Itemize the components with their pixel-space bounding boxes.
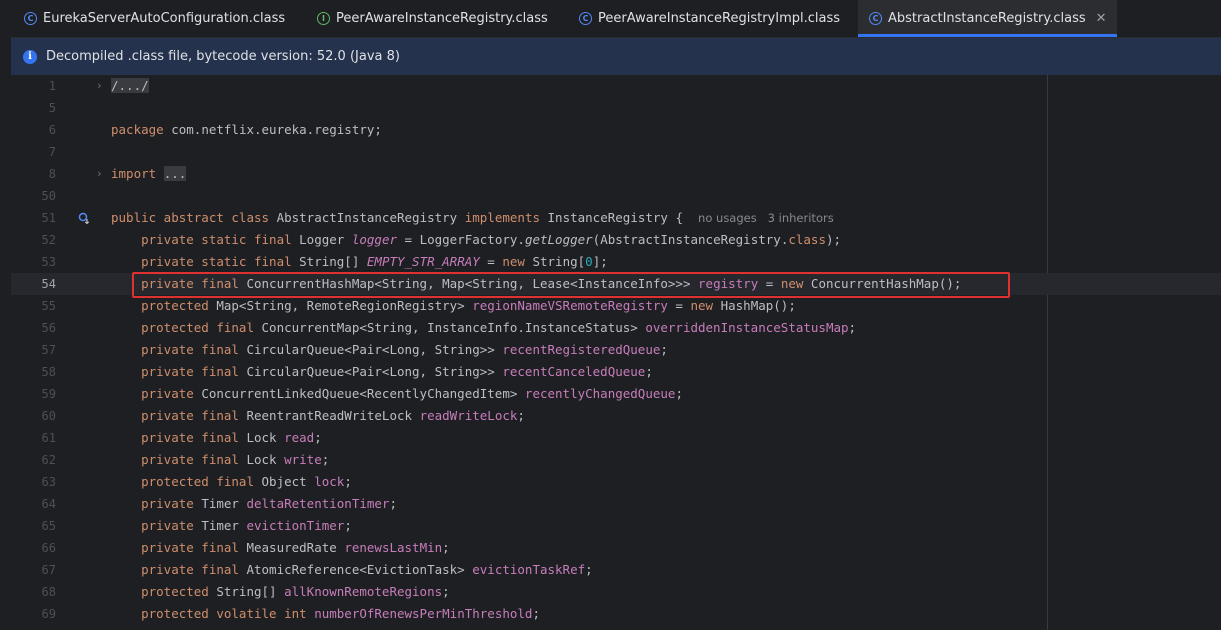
code-text: private final AtomicReference<EvictionTa…: [111, 562, 593, 577]
tab-peer-aware-instance-registry[interactable]: I PeerAwareInstanceRegistry.class: [317, 0, 548, 37]
code-text: protected String[] allKnownRemoteRegions…: [111, 584, 450, 599]
code-text: private Timer deltaRetentionTimer;: [111, 496, 397, 511]
line-number: 58: [41, 365, 56, 379]
class-icon: C: [24, 12, 37, 25]
line-number: 7: [48, 145, 56, 159]
code-line[interactable]: 61 private final Lock read;: [11, 427, 1221, 449]
code-editor[interactable]: 1 ›/.../5 6 package com.netflix.eureka.regi…: [11, 75, 1221, 630]
code-line[interactable]: 55 protected Map<String, RemoteRegionReg…: [11, 295, 1221, 317]
code-text: import ...: [111, 166, 187, 181]
code-line[interactable]: 68 protected String[] allKnownRemoteRegi…: [11, 581, 1221, 603]
line-number: 60: [41, 409, 56, 423]
code-text: protected volatile int numberOfRenewsPer…: [111, 606, 540, 621]
code-line[interactable]: 69 protected volatile int numberOfRenews…: [11, 603, 1221, 625]
line-number: 52: [41, 233, 56, 247]
line-number: 1: [48, 79, 56, 93]
tab-eureka-server-auto-configuration[interactable]: C EurekaServerAutoConfiguration.class: [24, 0, 285, 37]
line-number: 59: [41, 387, 56, 401]
fold-chevron-icon[interactable]: ›: [96, 163, 103, 185]
code-line[interactable]: 5: [11, 97, 1221, 119]
code-line[interactable]: 67 private final AtomicReference<Evictio…: [11, 559, 1221, 581]
code-text: private final ReentrantReadWriteLock rea…: [111, 408, 525, 423]
code-text: public abstract class AbstractInstanceRe…: [111, 210, 834, 225]
decompiled-info-banner: i Decompiled .class file, bytecode versi…: [11, 38, 1221, 75]
code-text: private ConcurrentLinkedQueue<RecentlyCh…: [111, 386, 683, 401]
code-text: private final CircularQueue<Pair<Long, S…: [111, 364, 653, 379]
class-icon: C: [869, 12, 882, 25]
fold-chevron-icon[interactable]: ›: [96, 75, 103, 97]
line-number: 64: [41, 497, 56, 511]
code-line[interactable]: 58 private final CircularQueue<Pair<Long…: [11, 361, 1221, 383]
tab-label: PeerAwareInstanceRegistry.class: [336, 11, 548, 26]
code-text: protected final ConcurrentMap<String, In…: [111, 320, 857, 335]
line-number: 63: [41, 475, 56, 489]
info-icon: i: [23, 49, 37, 64]
code-text: package com.netflix.eureka.registry;: [111, 122, 382, 137]
code-text: private final Lock read;: [111, 430, 322, 445]
line-number: 54: [41, 277, 56, 291]
code-line[interactable]: 65 private Timer evictionTimer;: [11, 515, 1221, 537]
line-number: 65: [41, 519, 56, 533]
code-text: private static final String[] EMPTY_STR_…: [111, 254, 608, 269]
close-tab-icon[interactable]: ✕: [1096, 11, 1107, 26]
code-line[interactable]: 8 › import ...: [11, 163, 1221, 185]
code-line[interactable]: 66 private final MeasuredRate renewsLast…: [11, 537, 1221, 559]
line-number: 66: [41, 541, 56, 555]
highlight-box: [132, 272, 1010, 298]
class-icon: C: [579, 12, 592, 25]
code-line[interactable]: 63 protected final Object lock;: [11, 471, 1221, 493]
line-number: 55: [41, 299, 56, 313]
line-number: 6: [48, 123, 56, 137]
interface-icon: I: [317, 12, 330, 25]
code-line[interactable]: 50: [11, 185, 1221, 207]
line-number: 68: [41, 585, 56, 599]
code-text: private final MeasuredRate renewsLastMin…: [111, 540, 450, 555]
tab-peer-aware-instance-registry-impl[interactable]: C PeerAwareInstanceRegistryImpl.class: [579, 0, 840, 37]
tab-label: AbstractInstanceRegistry.class: [888, 11, 1086, 26]
code-line[interactable]: 59 private ConcurrentLinkedQueue<Recentl…: [11, 383, 1221, 405]
code-line[interactable]: 6 package com.netflix.eureka.registry;: [11, 119, 1221, 141]
implemented-by-icon[interactable]: [78, 212, 90, 224]
line-number: 57: [41, 343, 56, 357]
code-text: private final Lock write;: [111, 452, 330, 467]
code-line[interactable]: 56 protected final ConcurrentMap<String,…: [11, 317, 1221, 339]
line-number: 69: [41, 607, 56, 621]
banner-text: Decompiled .class file, bytecode version…: [46, 49, 400, 64]
code-line[interactable]: 62 private final Lock write;: [11, 449, 1221, 471]
line-number: 61: [41, 431, 56, 445]
code-text: /.../: [111, 78, 149, 93]
line-number: 67: [41, 563, 56, 577]
line-number: 8: [48, 167, 56, 181]
line-number: 50: [41, 189, 56, 203]
code-line[interactable]: 57 private final CircularQueue<Pair<Long…: [11, 339, 1221, 361]
code-line[interactable]: 51 public abstract class AbstractInstance…: [11, 207, 1221, 229]
code-line[interactable]: 60 private final ReentrantReadWriteLock …: [11, 405, 1221, 427]
code-line[interactable]: 1 › /.../: [11, 75, 1221, 97]
code-text: protected Map<String, RemoteRegionRegist…: [111, 298, 796, 313]
tab-label: PeerAwareInstanceRegistryImpl.class: [598, 11, 841, 26]
code-line[interactable]: 53 private static final String[] EMPTY_S…: [11, 251, 1221, 273]
tab-abstract-instance-registry[interactable]: C AbstractInstanceRegistry.class ✕: [858, 0, 1117, 37]
code-line[interactable]: 7: [11, 141, 1221, 163]
code-text: protected final Object lock;: [111, 474, 352, 489]
left-tool-strip: [0, 37, 11, 630]
line-number: 56: [41, 321, 56, 335]
line-number: 51: [41, 211, 56, 225]
tab-label: EurekaServerAutoConfiguration.class: [43, 11, 286, 26]
code-text: private Timer evictionTimer;: [111, 518, 352, 533]
line-number: 5: [48, 101, 56, 115]
code-line[interactable]: 64 private Timer deltaRetentionTimer;: [11, 493, 1221, 515]
code-text: private static final Logger logger = Log…: [111, 232, 842, 247]
code-text: private final CircularQueue<Pair<Long, S…: [111, 342, 668, 357]
editor-tab-bar: C EurekaServerAutoConfiguration.class I …: [0, 0, 1221, 38]
line-number: 62: [41, 453, 56, 467]
code-line[interactable]: 52 private static final Logger logger = …: [11, 229, 1221, 251]
line-number: 53: [41, 255, 56, 269]
